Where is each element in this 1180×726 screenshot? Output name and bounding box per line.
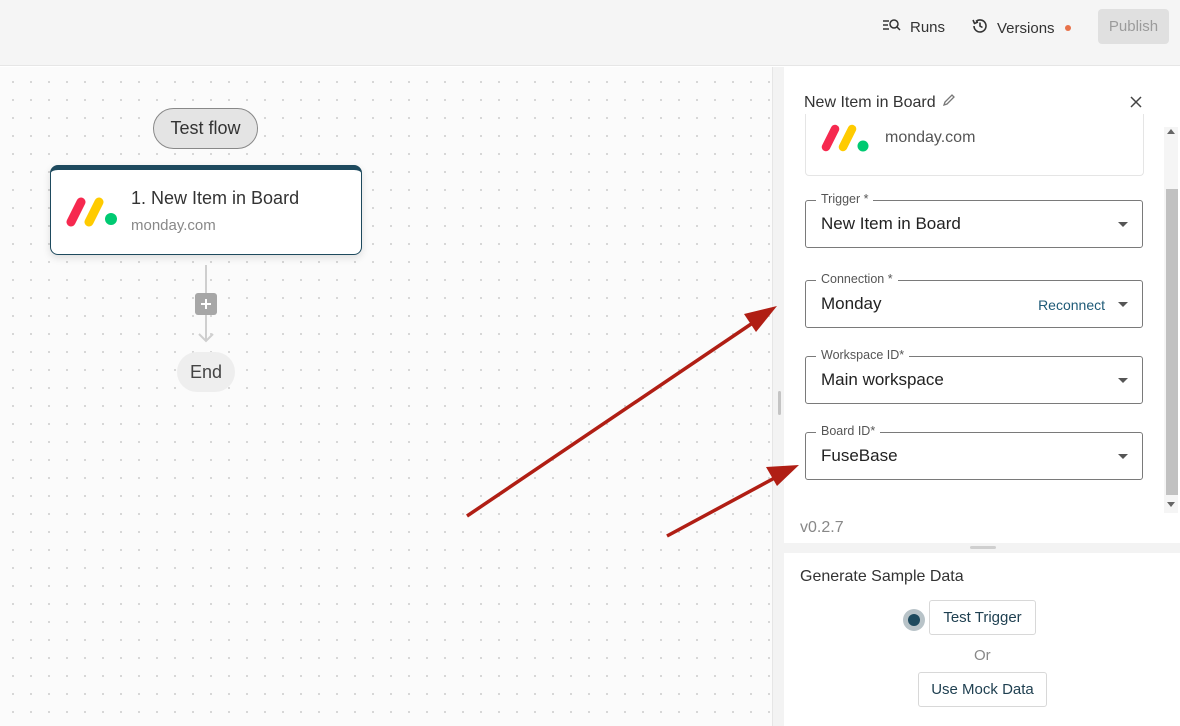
- trigger-select[interactable]: Trigger * New Item in Board: [805, 192, 1143, 248]
- monday-logo-icon: [65, 194, 121, 233]
- board-id-label: Board ID*: [816, 424, 881, 438]
- workspace-id-select[interactable]: Workspace ID* Main workspace: [805, 348, 1143, 404]
- panel-scrollbar[interactable]: [1164, 127, 1178, 513]
- or-separator: Or: [974, 647, 991, 664]
- close-icon[interactable]: [1129, 95, 1143, 114]
- scroll-up-icon[interactable]: [1167, 129, 1175, 134]
- panel-title: New Item in Board: [804, 93, 936, 111]
- add-step-button[interactable]: [195, 293, 217, 315]
- connection-label: Connection *: [816, 272, 898, 286]
- resize-handle[interactable]: [778, 391, 781, 415]
- versions-button[interactable]: Versions: [971, 17, 1071, 39]
- workspace-id-label: Workspace ID*: [816, 348, 910, 362]
- test-trigger-button[interactable]: Test Trigger: [929, 600, 1036, 635]
- test-trigger-radio[interactable]: [903, 609, 925, 631]
- reconnect-link[interactable]: Reconnect: [1038, 297, 1105, 313]
- panel-resize-divider[interactable]: [772, 67, 784, 726]
- scrollbar-thumb[interactable]: [1166, 189, 1178, 495]
- trigger-step-card[interactable]: 1. New Item in Board monday.com: [50, 165, 362, 255]
- piece-version: v0.2.7: [800, 519, 844, 536]
- top-bar: Runs Versions Publish: [0, 0, 1180, 66]
- runs-button[interactable]: Runs: [882, 17, 945, 37]
- flow-canvas[interactable]: Test flow 1. New Item in Board monday.co…: [0, 67, 772, 726]
- edit-pencil-icon[interactable]: [942, 93, 956, 112]
- board-id-select[interactable]: Board ID* FuseBase: [805, 424, 1143, 480]
- test-flow-button[interactable]: Test flow: [153, 108, 258, 149]
- scroll-down-icon[interactable]: [1167, 502, 1175, 507]
- workspace-id-value: Main workspace: [821, 370, 944, 389]
- chevron-down-icon[interactable]: [1118, 302, 1128, 307]
- step-settings-panel: New Item in Board monday.com Trigger * N…: [784, 67, 1180, 543]
- board-id-value: FuseBase: [821, 446, 898, 465]
- chevron-down-icon[interactable]: [1118, 378, 1128, 383]
- plus-icon: [200, 294, 212, 315]
- piece-info-card: monday.com: [805, 114, 1144, 176]
- use-mock-data-button[interactable]: Use Mock Data: [918, 672, 1047, 707]
- history-icon: [971, 17, 989, 39]
- connector-arrow-icon: [198, 331, 214, 349]
- panel-title-row: New Item in Board: [804, 93, 956, 112]
- trigger-value: New Item in Board: [821, 214, 961, 233]
- sample-data-title: Generate Sample Data: [800, 568, 964, 585]
- trigger-label: Trigger *: [816, 192, 874, 206]
- versions-label: Versions: [997, 19, 1055, 37]
- runs-icon: [882, 17, 902, 37]
- panel-split-divider[interactable]: [784, 543, 1180, 553]
- piece-name: monday.com: [885, 129, 976, 146]
- connection-value: Monday: [821, 294, 882, 313]
- connection-select[interactable]: Connection * Monday Reconnect: [805, 272, 1143, 328]
- step-subtitle: monday.com: [131, 217, 216, 234]
- monday-logo-icon: [820, 122, 874, 159]
- runs-label: Runs: [910, 18, 946, 36]
- chevron-down-icon[interactable]: [1118, 222, 1128, 227]
- chevron-down-icon[interactable]: [1118, 454, 1128, 459]
- split-handle[interactable]: [970, 546, 996, 549]
- radio-dot: [908, 614, 920, 626]
- step-title: 1. New Item in Board: [131, 188, 300, 208]
- versions-indicator-dot: [1064, 25, 1071, 31]
- end-node: End: [177, 352, 235, 392]
- publish-button[interactable]: Publish: [1098, 9, 1169, 44]
- sample-data-section: Generate Sample Data Test Trigger Or Use…: [784, 553, 1180, 726]
